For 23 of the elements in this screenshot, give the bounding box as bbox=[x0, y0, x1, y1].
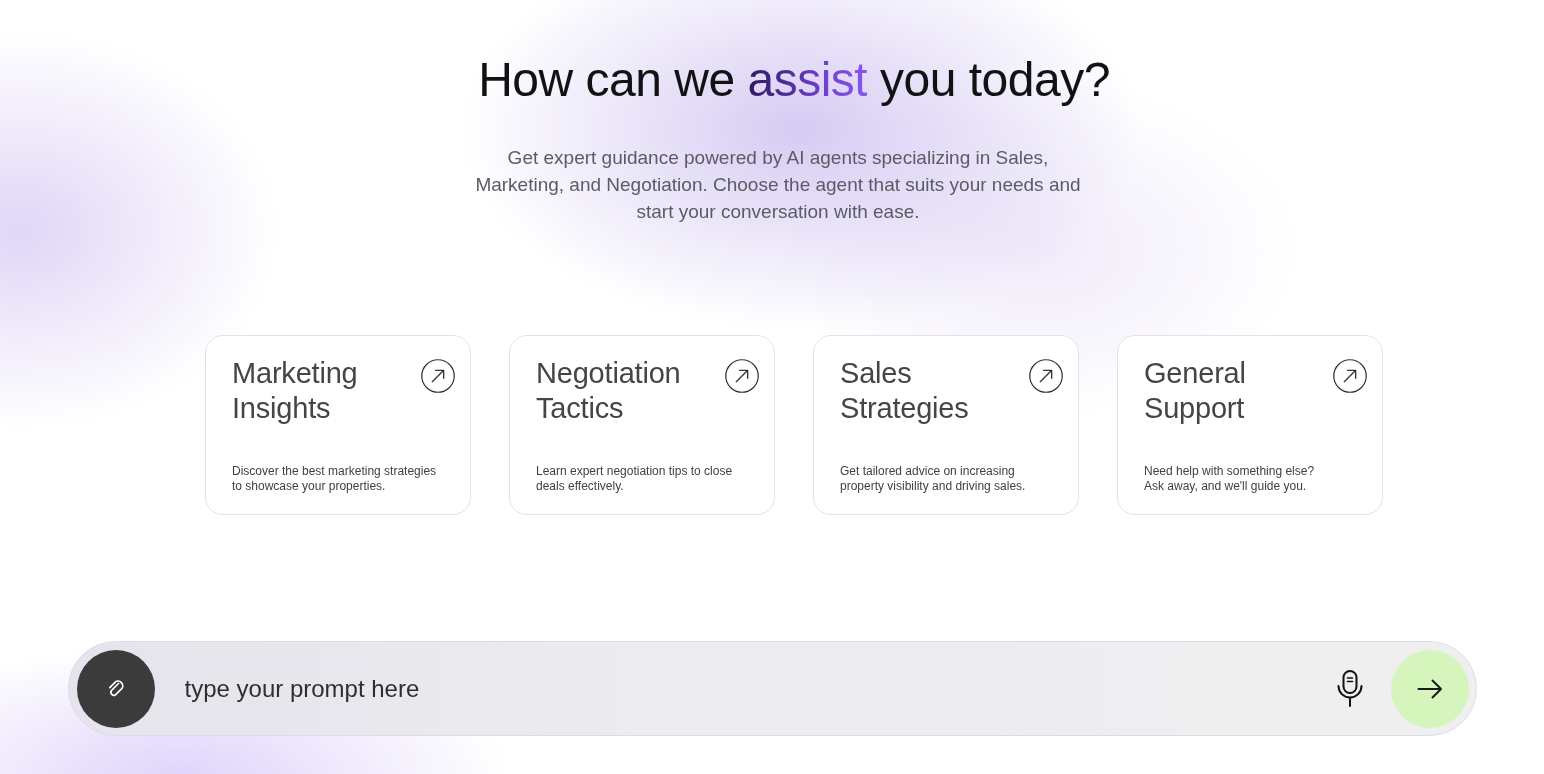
card-description: Discover the best marketing strategies to showcase your properties. bbox=[232, 464, 438, 494]
card-description: Need help with something else? Ask away, and we'll guide you. bbox=[1144, 464, 1316, 494]
agent-card[interactable]: Negotiation Tactics Learn expert negotiation tips to close deals effectively. bbox=[509, 335, 775, 515]
page-heading: How can we assist you today? bbox=[478, 52, 1110, 108]
page-subtitle: Get expert guidance powered by AI agents specializing in Sales, Marketing, and Negotiation. Choose the agent that suits your needs and start your conversation with ease. bbox=[474, 146, 1082, 224]
microphone-icon[interactable] bbox=[1335, 668, 1364, 709]
agent-card[interactable]: Marketing Insights Discover the best marketing strategies to showcase your properties. bbox=[205, 335, 471, 515]
attach-button[interactable] bbox=[76, 649, 155, 728]
arrow-circle-icon bbox=[725, 359, 759, 393]
arrow-circle-icon bbox=[1333, 359, 1367, 393]
card-title: Negotiation Tactics bbox=[536, 356, 682, 426]
card-title: General Support bbox=[1144, 356, 1247, 426]
arrow-circle-icon bbox=[1029, 359, 1063, 393]
card-title: Marketing Insights bbox=[232, 356, 359, 426]
agent-card[interactable]: Sales Strategies Get tailored advice on increasing property visibility and driving sales. bbox=[813, 335, 1079, 515]
arrow-right-icon bbox=[1416, 678, 1443, 699]
prompt-bar[interactable]: type your prompt here bbox=[67, 641, 1477, 736]
card-description: Learn expert negotiation tips to close deals effectively. bbox=[536, 464, 734, 494]
card-title: Sales Strategies bbox=[840, 356, 970, 426]
agent-card[interactable]: General Support Need help with something else? Ask away, and we'll guide you. bbox=[1117, 335, 1383, 515]
card-description: Get tailored advice on increasing property visibility and driving sales. bbox=[840, 464, 1027, 494]
arrow-circle-icon bbox=[421, 359, 455, 393]
prompt-input[interactable]: type your prompt here bbox=[184, 666, 1316, 711]
